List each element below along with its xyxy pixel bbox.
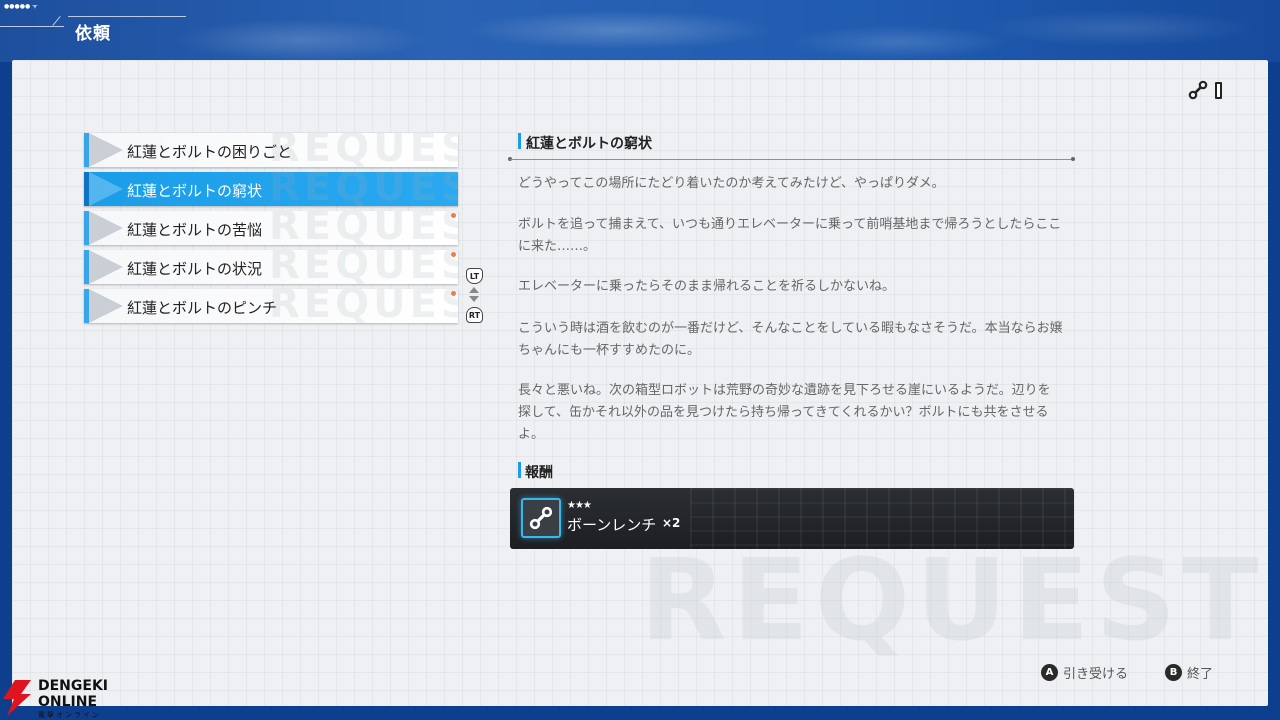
lightning-bolt-icon [3,680,31,716]
title-decoration: 依頼 [0,16,190,44]
title-accent-bar [518,133,521,149]
reward-heading: 報酬 [525,465,553,481]
accept-label: 引き受ける [1063,666,1129,682]
accept-button[interactable]: A 引き受ける [1041,661,1128,683]
lt-button[interactable]: LT [466,268,483,284]
exit-button[interactable]: B 終了 [1165,661,1213,683]
signal-icon: ●●●●● ᯤ [4,3,38,10]
a-button-icon: A [1041,663,1058,681]
request-item-selected[interactable]: REQUEST 紅蓮とボルトの窮状 [84,172,458,206]
reward-icon-frame [521,498,561,538]
detail-paragraph: こういう時は酒を飲むのが一番だけど、そんなことをしている暇もなさそうだ。本当なら… [518,321,1063,358]
request-item-label: 紅蓮とボルトの困りごと [127,143,293,161]
request-item[interactable]: REQUEST 紅蓮とボルトの困りごと [84,133,458,167]
divider-dot [1071,157,1075,161]
mountain-backdrop [0,0,1280,62]
wrench-icon [529,506,553,530]
new-badge-dot [451,252,456,257]
logo-text-line1: DENGEKI [38,678,109,694]
page-title: 依頼 [75,24,111,44]
request-item-label: 紅蓮とボルトの状況 [127,260,263,278]
detail-paragraph: どうやってこの場所にたどり着いたのか考えてみたけど、やっぱりダメ。 [518,176,945,191]
reward-accent-bar [518,462,521,478]
exit-label: 終了 [1187,666,1214,682]
logo-text-line2: ONLINE [38,694,98,710]
logo-text-line3: 電撃オンライン [38,711,101,719]
rt-button[interactable]: RT [466,307,483,323]
request-item-label: 紅蓮とボルトのピンチ [127,299,278,317]
request-item[interactable]: REQUEST 紅蓮とボルトのピンチ [84,289,458,323]
request-list: REQUEST 紅蓮とボルトの困りごと REQUEST 紅蓮とボルトの窮状 RE… [84,133,460,328]
rarity-stars: ★★★ [567,500,592,511]
arrow-down-icon [469,296,479,302]
detail-paragraph: エレベーターに乗ったらそのまま帰れることを祈るしかないね。 [518,279,896,294]
reward-item-name: ボーンレンチ [567,516,657,534]
detail-paragraph: ボルトを追って捕まえて、いつも通りエレベーターに乗って前哨基地まで帰ろうとしたら… [518,217,1062,254]
arrow-up-icon [469,287,479,293]
new-badge-dot [451,213,456,218]
page-switch-hint: LT RT [464,266,486,324]
request-item[interactable]: REQUEST 紅蓮とボルトの状況 [84,250,458,284]
new-badge-dot [451,291,456,296]
request-item-label: 紅蓮とボルトの窮状 [127,182,263,200]
item-count-indicator [1215,82,1222,99]
divider [510,159,1074,160]
detail-paragraph: 長々と悪いね。次の箱型ロボットは荒野の奇妙な遺跡を見下ろせる崖にいるようだ。辺り… [518,383,1051,442]
wrench-icon [1188,80,1208,100]
request-item[interactable]: REQUEST 紅蓮とボルトの苦悩 [84,211,458,245]
request-item-label: 紅蓮とボルトの苦悩 [127,221,263,239]
b-button-icon: B [1165,663,1182,681]
reward-quantity: ×2 [662,516,681,530]
detail-title: 紅蓮とボルトの窮状 [526,136,652,152]
top-banner: ●●●●● ᯤ 依頼 [0,0,1280,62]
watermark-text: REQUEST [640,536,1265,666]
dengeki-online-logo: DENGEKI ONLINE 電撃オンライン [0,676,126,720]
